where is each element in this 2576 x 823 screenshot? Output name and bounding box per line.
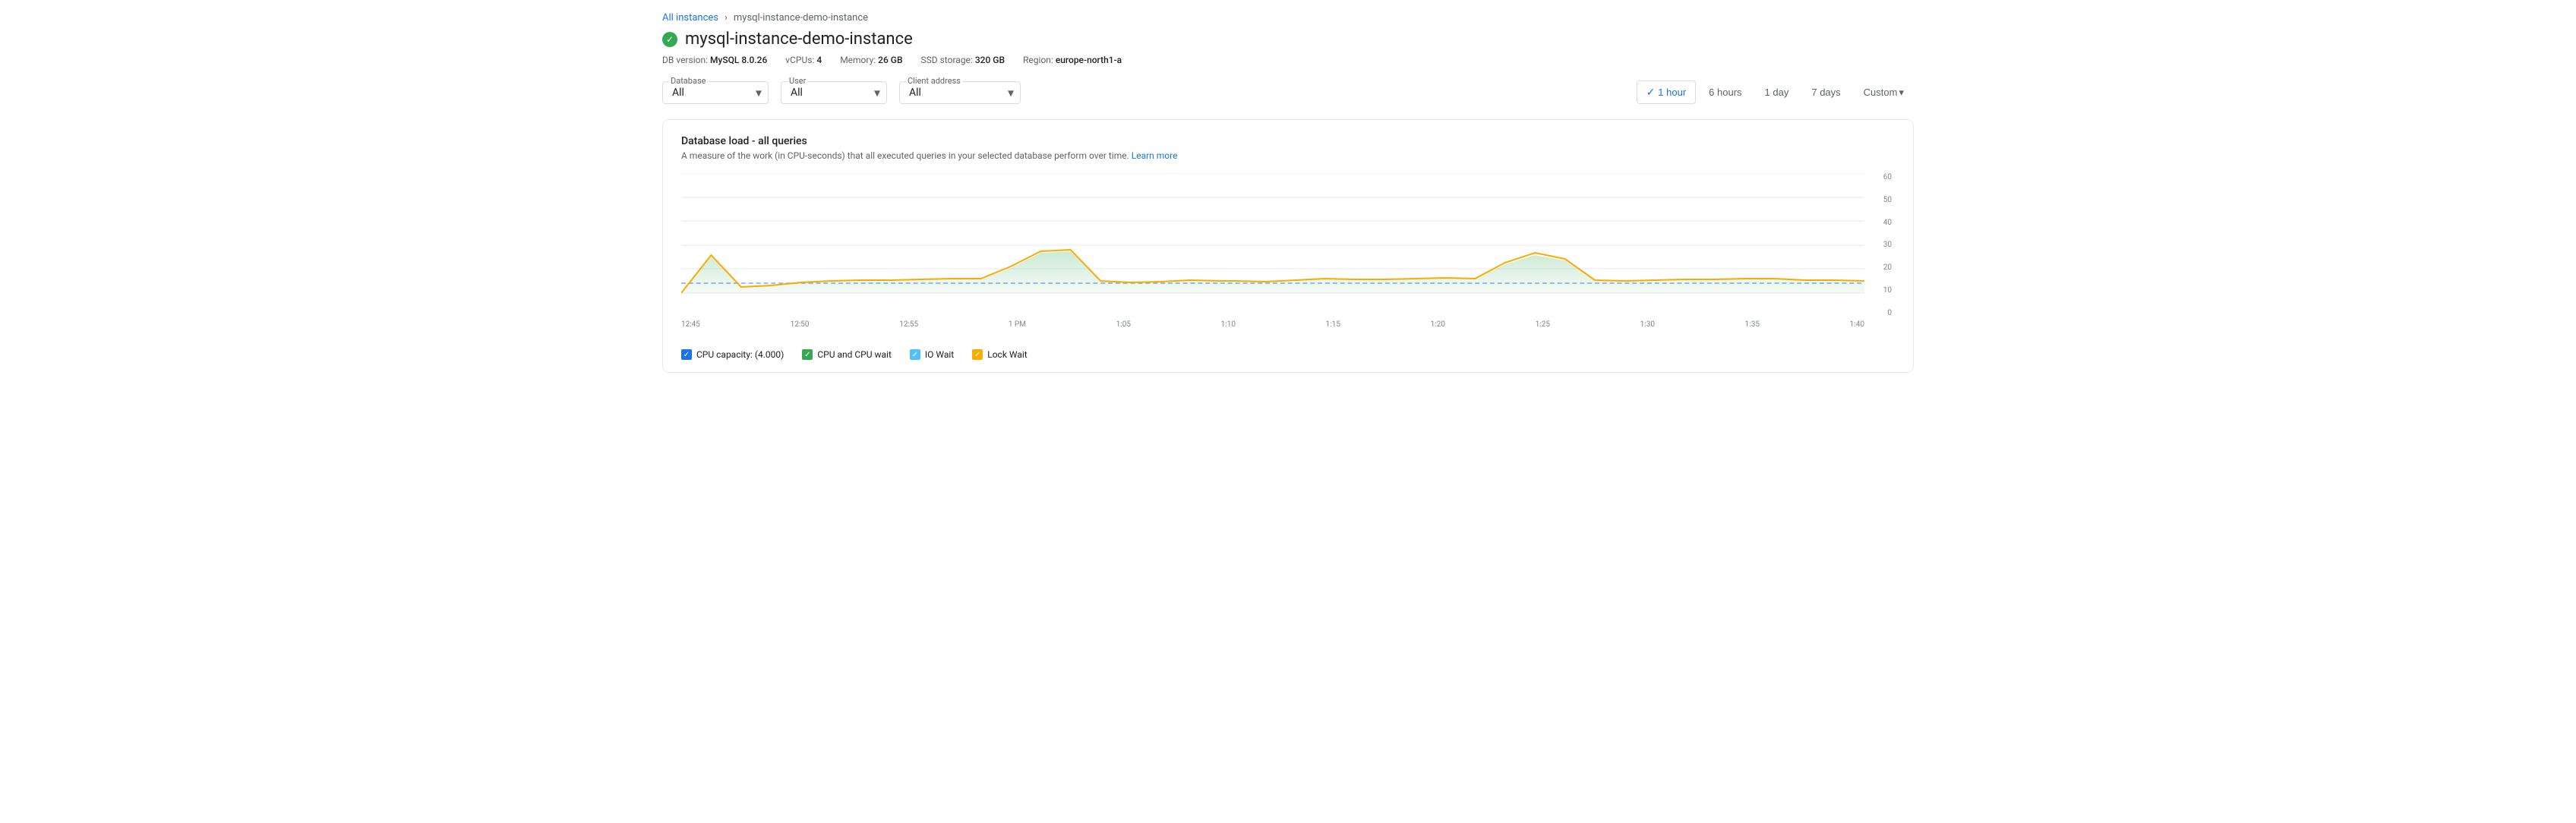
x-label-125: 1:25 — [1536, 320, 1550, 329]
instance-meta: DB version: MySQL 8.0.26 vCPUs: 4 Memory… — [662, 55, 1914, 65]
page-title-row: ✓ mysql-instance-demo-instance — [662, 30, 1914, 49]
legend-io-wait-label: IO Wait — [925, 349, 954, 360]
page-title: mysql-instance-demo-instance — [685, 30, 913, 49]
x-label-120: 1:20 — [1431, 320, 1445, 329]
x-label-140: 1:40 — [1850, 320, 1864, 329]
learn-more-link[interactable]: Learn more — [1132, 150, 1178, 161]
legend-cpu-capacity-label: CPU capacity: (4.000) — [696, 349, 784, 360]
main-page: All instances › mysql-instance-demo-inst… — [644, 0, 1932, 385]
y-label-60: 60 — [1864, 173, 1895, 181]
x-label-135: 1:35 — [1745, 320, 1760, 329]
y-label-40: 40 — [1864, 219, 1895, 227]
user-value: All — [791, 87, 803, 99]
legend-io-wait-checkbox[interactable]: ✓ — [910, 349, 920, 360]
storage: SSD storage: 320 GB — [921, 55, 1005, 65]
chart-legend: ✓ CPU capacity: (4.000) ✓ CPU and CPU wa… — [681, 346, 1895, 360]
time-7days-label: 7 days — [1811, 87, 1840, 98]
chart-title: Database load - all queries — [681, 135, 1895, 147]
region: Region: europe-north1-a — [1023, 55, 1122, 65]
legend-io-wait: ✓ IO Wait — [910, 349, 954, 360]
time-custom-label: Custom — [1864, 87, 1898, 98]
db-version: DB version: MySQL 8.0.26 — [662, 55, 767, 65]
filters-row: Database All ▾ User All ▾ Client address… — [662, 80, 1914, 104]
custom-chevron-icon: ▾ — [1899, 87, 1904, 99]
user-label: User — [788, 76, 807, 86]
legend-lock-wait-checkbox[interactable]: ✓ — [972, 349, 983, 360]
breadcrumb-separator: › — [724, 12, 728, 24]
time-1hour-button[interactable]: ✓ 1 hour — [1637, 80, 1697, 104]
x-label-1245: 12:45 — [681, 320, 700, 329]
chart-svg — [681, 173, 1864, 317]
user-chevron-icon: ▾ — [874, 85, 880, 99]
check-icon: ✓ — [1646, 86, 1656, 99]
y-label-10: 10 — [1864, 286, 1895, 295]
y-axis: 0 10 20 30 40 50 60 — [1864, 173, 1895, 317]
y-label-0: 0 — [1864, 309, 1895, 317]
client-address-chevron-icon: ▾ — [1008, 85, 1014, 99]
x-label-105: 1:05 — [1116, 320, 1131, 329]
breadcrumb-parent-link[interactable]: All instances — [662, 12, 718, 24]
time-custom-button[interactable]: Custom ▾ — [1854, 81, 1914, 104]
chart-drawing-area — [681, 173, 1864, 317]
client-address-label: Client address — [906, 76, 962, 86]
legend-lock-wait: ✓ Lock Wait — [972, 349, 1027, 360]
x-axis: 12:45 12:50 12:55 1 PM 1:05 1:10 1:15 1:… — [681, 317, 1864, 340]
x-label-1255: 12:55 — [899, 320, 918, 329]
legend-cpu-capacity: ✓ CPU capacity: (4.000) — [681, 349, 784, 360]
vcpus: vCPUs: 4 — [785, 55, 822, 65]
chart-container: 0 10 20 30 40 50 60 12:45 12:50 12:55 1 … — [681, 173, 1895, 340]
instance-status-icon: ✓ — [662, 32, 677, 47]
x-label-1pm: 1 PM — [1009, 320, 1026, 329]
legend-cpu-wait-label: CPU and CPU wait — [817, 349, 892, 360]
time-1day-label: 1 day — [1765, 87, 1789, 98]
legend-cpu-capacity-checkbox[interactable]: ✓ — [681, 349, 692, 360]
x-label-110: 1:10 — [1221, 320, 1236, 329]
breadcrumb: All instances › mysql-instance-demo-inst… — [662, 12, 1914, 24]
y-label-50: 50 — [1864, 196, 1895, 204]
x-label-115: 1:15 — [1326, 320, 1340, 329]
database-dropdown[interactable]: Database All ▾ — [662, 81, 769, 104]
y-label-30: 30 — [1864, 241, 1895, 249]
user-dropdown[interactable]: User All ▾ — [781, 81, 887, 104]
client-address-dropdown[interactable]: Client address All ▾ — [899, 81, 1021, 104]
time-1day-button[interactable]: 1 day — [1755, 81, 1799, 103]
x-label-130: 1:30 — [1640, 320, 1655, 329]
legend-cpu-wait-checkbox[interactable]: ✓ — [802, 349, 813, 360]
y-label-20: 20 — [1864, 263, 1895, 272]
time-7days-button[interactable]: 7 days — [1801, 81, 1850, 103]
chart-section: Database load - all queries A measure of… — [662, 119, 1914, 373]
client-address-value: All — [909, 87, 921, 99]
chart-subtitle: A measure of the work (in CPU-seconds) t… — [681, 150, 1895, 161]
database-chevron-icon: ▾ — [756, 85, 762, 99]
time-6hours-label: 6 hours — [1709, 87, 1741, 98]
memory: Memory: 26 GB — [840, 55, 902, 65]
time-range-controls: ✓ 1 hour 6 hours 1 day 7 days Custom ▾ — [1637, 80, 1914, 104]
breadcrumb-current: mysql-instance-demo-instance — [734, 12, 868, 24]
time-6hours-button[interactable]: 6 hours — [1699, 81, 1751, 103]
x-label-1250: 12:50 — [791, 320, 810, 329]
database-label: Database — [669, 76, 707, 86]
time-1hour-label: 1 hour — [1658, 87, 1686, 98]
database-value: All — [672, 87, 684, 99]
legend-lock-wait-label: Lock Wait — [987, 349, 1027, 360]
legend-cpu-wait: ✓ CPU and CPU wait — [802, 349, 892, 360]
